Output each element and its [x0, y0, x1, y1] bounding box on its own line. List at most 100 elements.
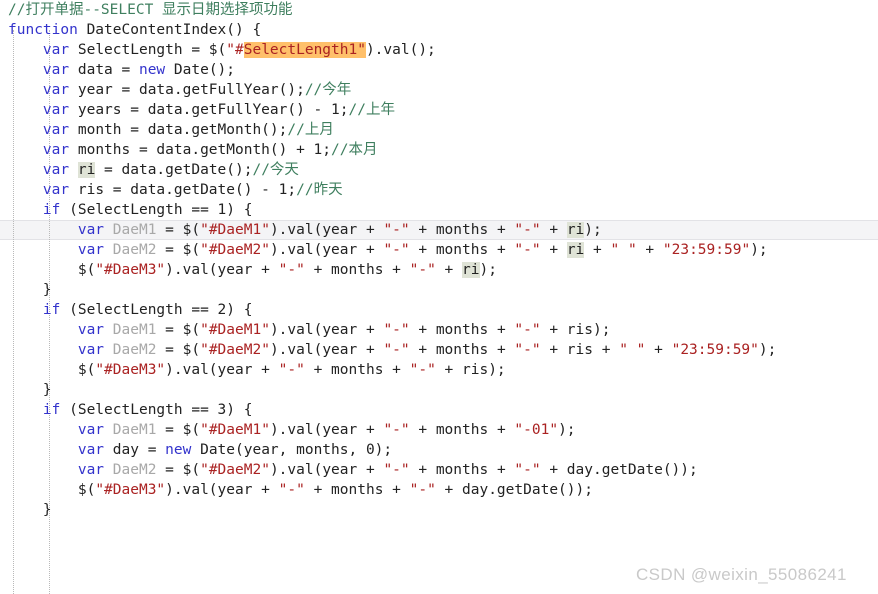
code-token-id: + months +: [409, 322, 515, 338]
code-token-id: +: [540, 222, 567, 238]
code-token-id: +: [636, 242, 663, 258]
code-line[interactable]: var DaeM2 = $("#DaeM2").val(year + "-" +…: [0, 240, 878, 260]
code-line[interactable]: function DateContentIndex() {: [0, 20, 878, 40]
code-token-kw: var: [77, 422, 105, 438]
code-token-kw: var: [77, 442, 105, 458]
code-token-str: "-": [409, 482, 436, 498]
code-token-id: = $(: [156, 462, 201, 478]
code-token-str: "#DaeM1": [200, 222, 270, 238]
code-token-id: day =: [104, 442, 166, 458]
code-line[interactable]: var ri = data.getDate();//今天: [0, 160, 878, 180]
code-content[interactable]: //打开单据--SELECT 显示日期选择项功能 function DateCon…: [0, 0, 878, 520]
code-line[interactable]: var ris = data.getDate() - 1;//昨天: [0, 180, 878, 200]
code-token-kw: if: [42, 402, 61, 418]
code-editor[interactable]: //打开单据--SELECT 显示日期选择项功能 function DateCon…: [0, 0, 878, 594]
code-token-id: + ris +: [540, 342, 620, 358]
code-token-kw: var: [77, 462, 105, 478]
code-token-kw: new: [165, 442, 192, 458]
code-token-str: "#DaeM2": [200, 342, 270, 358]
code-token-id: = $(: [156, 242, 201, 258]
code-line[interactable]: var DaeM1 = $("#DaeM1").val(year + "-" +…: [0, 220, 878, 240]
code-token-str: "#DaeM1": [200, 422, 270, 438]
code-token-str: "-": [383, 322, 410, 338]
code-line[interactable]: if (SelectLength == 2) {: [0, 300, 878, 320]
code-token-id: + months +: [409, 462, 515, 478]
code-line[interactable]: $("#DaeM3").val(year + "-" + months + "-…: [0, 480, 878, 500]
code-token-id: + months +: [304, 482, 410, 498]
search-highlight-token: SelectLength1": [243, 42, 366, 58]
code-line[interactable]: }: [0, 380, 878, 400]
code-token-id: (SelectLength == 3) {: [60, 402, 253, 418]
code-token-id: [104, 422, 113, 438]
occurrence-highlight-token: ri: [566, 222, 585, 238]
code-token-str: "-": [383, 422, 410, 438]
code-token-kw: var: [42, 122, 70, 138]
code-line[interactable]: $("#DaeM3").val(year + "-" + months + "-…: [0, 360, 878, 380]
code-token-str: "-01": [514, 422, 559, 438]
code-token-id: = $(: [156, 222, 201, 238]
code-token-id: = $(: [156, 322, 201, 338]
code-line[interactable]: var data = new Date();: [0, 60, 878, 80]
code-token-id: ).val(year +: [165, 262, 279, 278]
code-token-id: ).val(year +: [269, 422, 384, 438]
code-line[interactable]: //打开单据--SELECT 显示日期选择项功能: [0, 0, 878, 20]
code-line[interactable]: var DaeM1 = $("#DaeM1").val(year + "-" +…: [0, 320, 878, 340]
code-token-id: [104, 322, 113, 338]
code-line[interactable]: }: [0, 280, 878, 300]
code-token-id: DateContentIndex() {: [77, 22, 262, 38]
code-token-id: ).val(year +: [269, 242, 384, 258]
code-line[interactable]: }: [0, 500, 878, 520]
code-line[interactable]: var years = data.getFullYear() - 1;//上年: [0, 100, 878, 120]
code-token-id: ).val(year +: [269, 322, 384, 338]
code-token-id: (SelectLength == 2) {: [60, 302, 253, 318]
code-token-id: (SelectLength == 1) {: [60, 202, 253, 218]
code-token-str: "#: [226, 42, 244, 58]
code-token-str: "-": [514, 322, 541, 338]
code-token-str: "-": [409, 362, 436, 378]
code-token-cmt: //今年: [304, 82, 352, 98]
code-token-id: = $(: [156, 342, 201, 358]
code-token-id: + months +: [304, 262, 410, 278]
code-token-kw: var: [42, 42, 70, 58]
code-token-id: + day.getDate());: [435, 482, 593, 498]
csdn-watermark: CSDN @weixin_55086241: [636, 565, 847, 584]
code-token-id: $(: [77, 362, 96, 378]
code-token-str: "-": [278, 482, 305, 498]
code-token-kw: function: [8, 22, 78, 38]
code-token-id: data =: [69, 62, 139, 78]
code-token-id: +: [584, 242, 611, 258]
code-token-cmt: //昨天: [296, 182, 343, 198]
code-token-str: "-": [383, 222, 410, 238]
code-token-str: "-": [278, 262, 305, 278]
code-line[interactable]: if (SelectLength == 1) {: [0, 200, 878, 220]
code-token-id: ).val();: [365, 42, 436, 58]
code-token-id: [104, 222, 113, 238]
code-line[interactable]: var months = data.getMonth() + 1;//本月: [0, 140, 878, 160]
code-line[interactable]: var DaeM1 = $("#DaeM1").val(year + "-" +…: [0, 420, 878, 440]
code-line[interactable]: $("#DaeM3").val(year + "-" + months + "-…: [0, 260, 878, 280]
code-token-str: " ": [619, 342, 646, 358]
code-line[interactable]: if (SelectLength == 3) {: [0, 400, 878, 420]
code-token-id: [104, 342, 113, 358]
code-token-str: "#DaeM3": [95, 262, 166, 278]
code-token-id: ).val(year +: [165, 482, 279, 498]
code-token-id: + months +: [409, 342, 515, 358]
code-line[interactable]: var month = data.getMonth();//上月: [0, 120, 878, 140]
code-line[interactable]: var DaeM2 = $("#DaeM2").val(year + "-" +…: [0, 460, 878, 480]
code-token-id: );: [584, 222, 602, 238]
code-line[interactable]: var DaeM2 = $("#DaeM2").val(year + "-" +…: [0, 340, 878, 360]
code-line[interactable]: var day = new Date(year, months, 0);: [0, 440, 878, 460]
code-token-kw: if: [42, 202, 61, 218]
code-token-id: [104, 462, 113, 478]
code-line[interactable]: var SelectLength = $("#SelectLength1").v…: [0, 40, 878, 60]
code-line[interactable]: var year = data.getFullYear();//今年: [0, 80, 878, 100]
